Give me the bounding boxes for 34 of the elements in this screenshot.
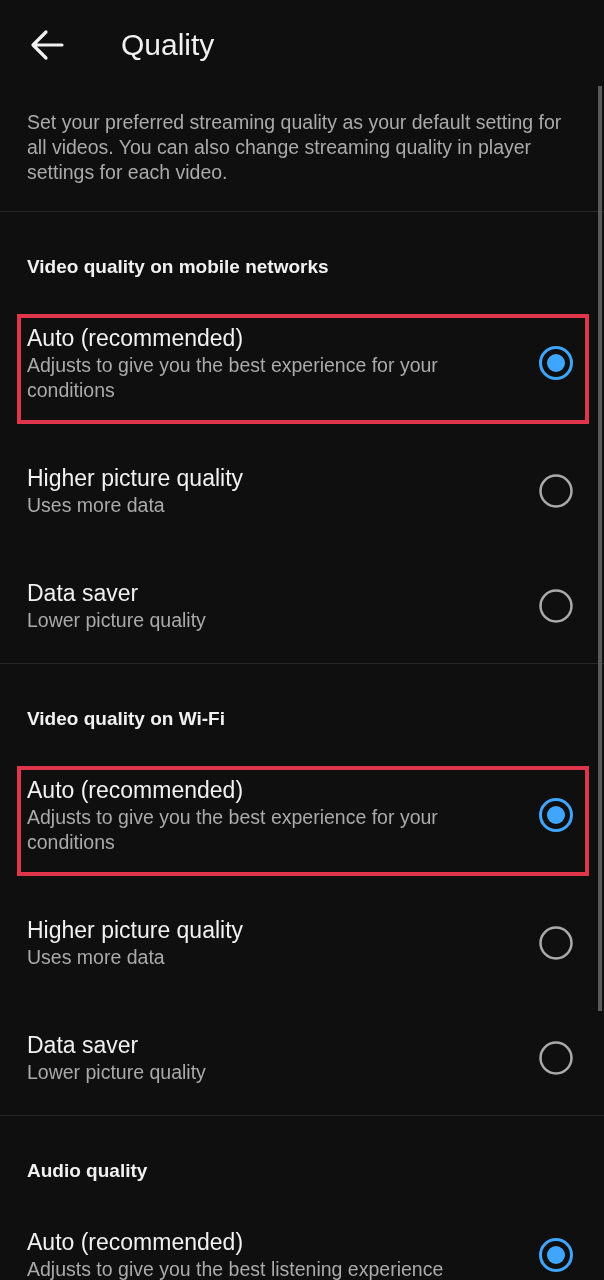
option-description: Uses more data	[27, 493, 166, 518]
page-title: Quality	[121, 28, 215, 62]
radio-option[interactable]: Auto (recommended) Adjusts to give you the best listening experience	[0, 1197, 604, 1280]
option-label: Data saver	[27, 579, 140, 608]
radio-button[interactable]	[538, 1236, 574, 1273]
option-label: Auto (recommended)	[27, 776, 245, 805]
option-description: Lower picture quality	[27, 1060, 207, 1085]
option-description: Uses more data	[27, 945, 166, 970]
radio-option[interactable]: Higher picture quality Uses more data	[0, 885, 604, 1000]
radio-button[interactable]	[538, 1039, 574, 1076]
option-label: Higher picture quality	[27, 916, 245, 945]
option-label: Data saver	[27, 1031, 140, 1060]
option-description: Adjusts to give you the best experience for your conditions	[27, 353, 439, 403]
radio-button[interactable]	[538, 797, 574, 833]
option-description: Lower picture quality	[27, 608, 207, 633]
radio-option[interactable]: Data saver Lower picture quality	[0, 1000, 604, 1115]
radio-option[interactable]: Auto (recommended) Adjusts to give you the best experience for your conditions	[0, 293, 604, 433]
back-arrow-icon[interactable]	[30, 28, 64, 62]
section-heading: Video quality on Wi-Fi	[26, 707, 226, 731]
radio-option[interactable]: Data saver Lower picture quality	[0, 548, 604, 663]
radio-option[interactable]: Higher picture quality Uses more data	[0, 433, 604, 548]
radio-button[interactable]	[538, 924, 574, 961]
option-description: Adjusts to give you the best experience for your conditions	[27, 805, 439, 855]
radio-option[interactable]: Auto (recommended) Adjusts to give you the best experience for your conditions	[0, 745, 604, 885]
option-label: Auto (recommended)	[27, 324, 245, 353]
radio-button[interactable]	[538, 472, 574, 509]
option-label: Higher picture quality	[27, 464, 245, 493]
section-heading: Audio quality	[26, 1159, 149, 1183]
radio-button[interactable]	[538, 587, 574, 624]
section-heading: Video quality on mobile networks	[26, 255, 330, 279]
radio-button[interactable]	[538, 345, 574, 381]
scrollbar[interactable]	[598, 86, 602, 1011]
option-label: Auto (recommended)	[27, 1228, 245, 1257]
option-description: Adjusts to give you the best listening experience	[27, 1257, 445, 1280]
